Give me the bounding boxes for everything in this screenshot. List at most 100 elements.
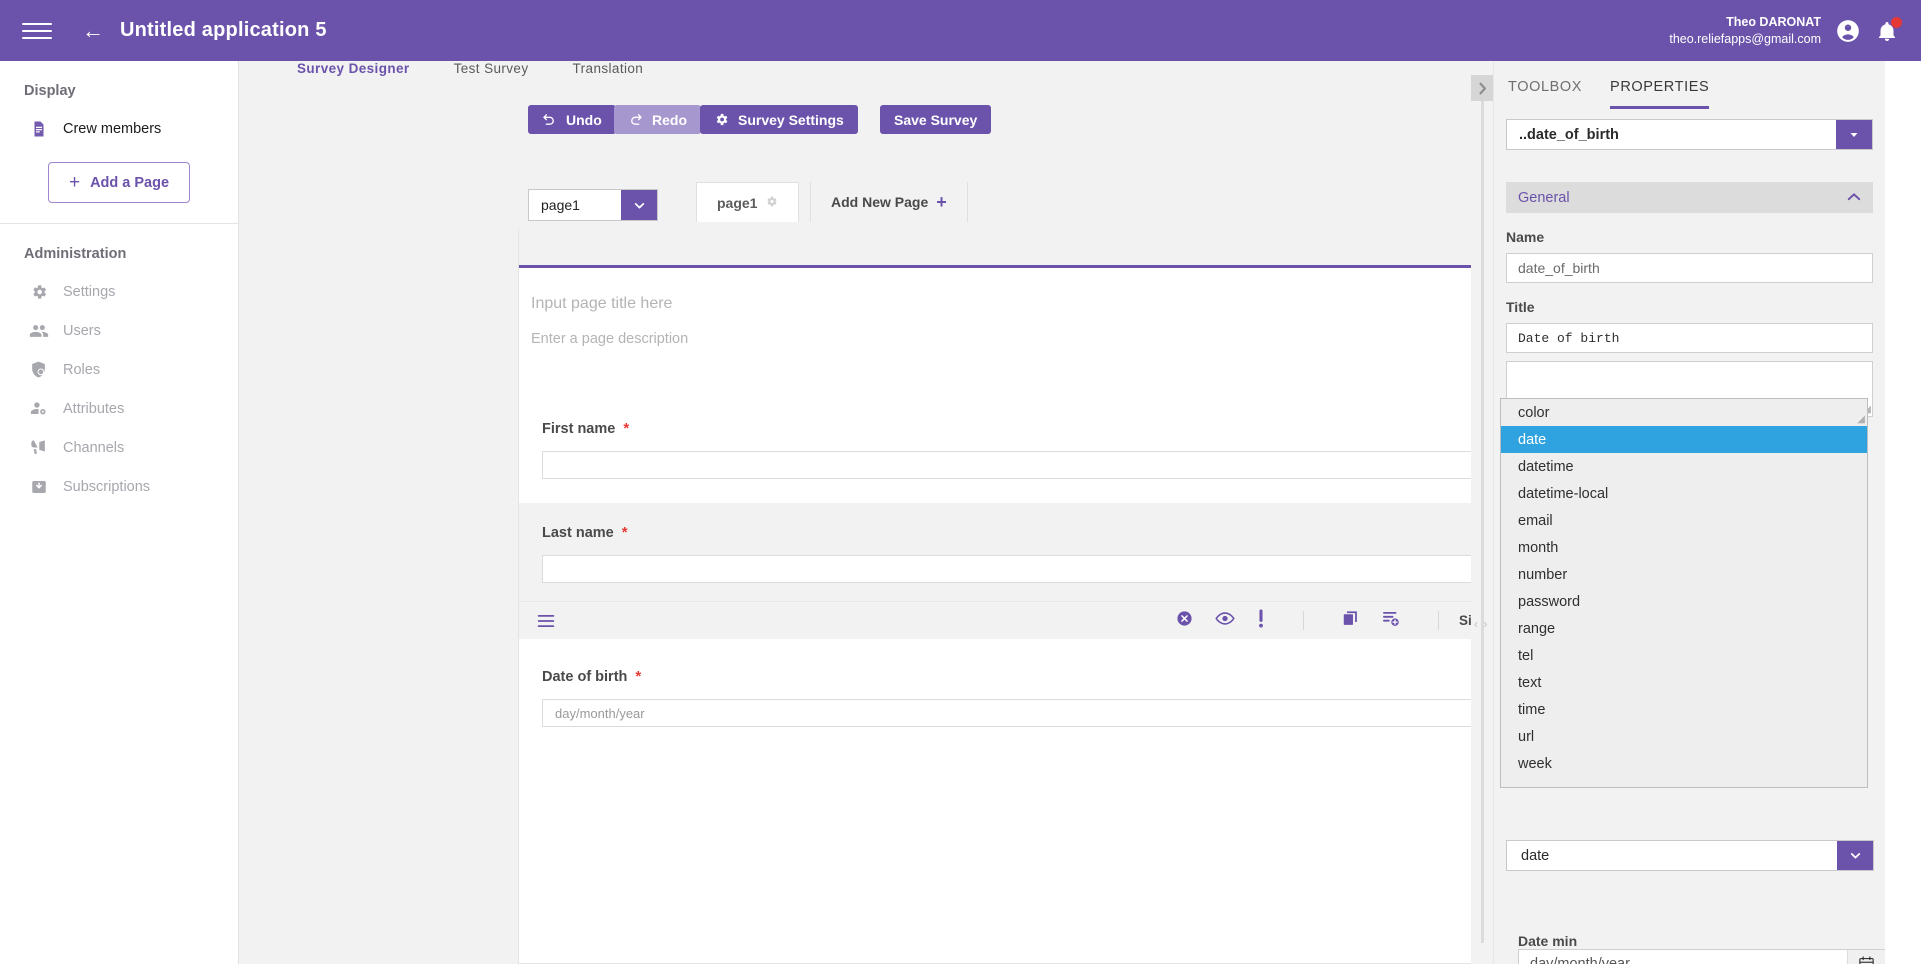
exclamation-icon[interactable] — [1257, 608, 1265, 633]
sidebar-item-crew-members[interactable]: Crew members — [0, 109, 238, 148]
page-description-input[interactable]: Enter a page description — [519, 313, 1471, 347]
app-title: Untitled application 5 — [120, 19, 327, 41]
input-type-select[interactable]: date — [1506, 840, 1874, 871]
calendar-icon[interactable] — [1847, 950, 1885, 964]
gear-icon — [28, 281, 49, 302]
add-to-list-icon[interactable] — [1381, 609, 1400, 632]
date-of-birth-input[interactable]: day/month/year — [542, 699, 1471, 727]
dropdown-option-datetime-local[interactable]: datetime-local — [1501, 480, 1867, 507]
hamburger-icon[interactable] — [22, 16, 52, 46]
sidebar-item-roles[interactable]: Roles — [0, 350, 238, 389]
first-name-input[interactable] — [542, 451, 1471, 479]
question-label: Date of birth * — [519, 647, 1471, 685]
tab-test-survey[interactable]: Test Survey — [432, 61, 551, 83]
question-label: First name * — [519, 399, 1471, 437]
sidebar-item-attributes[interactable]: Attributes — [0, 389, 238, 428]
input-type-dropdown-list[interactable]: color date datetime datetime-local email… — [1500, 398, 1868, 788]
dropdown-option-time[interactable]: time — [1501, 696, 1867, 723]
dropdown-option-tel[interactable]: tel — [1501, 642, 1867, 669]
dropdown-option-number[interactable]: number — [1501, 561, 1867, 588]
name-field[interactable]: date_of_birth — [1506, 253, 1873, 283]
page-title-input[interactable]: Input page title here — [519, 268, 1471, 313]
panel-collapse-handle[interactable] — [1471, 75, 1493, 101]
designer-tabs: Survey Designer Test Survey Translation — [275, 61, 665, 83]
back-arrow-icon[interactable]: ← — [82, 19, 104, 42]
question-last-name[interactable]: Last name * Si — [519, 503, 1471, 639]
sidebar-item-settings[interactable]: Settings — [0, 272, 238, 311]
input-type-value: date — [1521, 847, 1550, 864]
title-field[interactable]: Date of birth — [1506, 323, 1873, 353]
panel-splitter[interactable]: ‹ › — [1471, 61, 1493, 964]
notifications-button[interactable] — [1875, 16, 1902, 43]
toolbar-separator — [1302, 611, 1304, 630]
add-a-page-button[interactable]: + Add a Page — [47, 162, 191, 203]
undo-button[interactable]: Undo — [528, 105, 616, 134]
sidebar-section-display: Display — [24, 83, 76, 99]
dropdown-option-color[interactable]: color — [1501, 399, 1867, 426]
sidebar-item-label: Roles — [63, 361, 101, 378]
sidebar-item-label: Settings — [63, 283, 116, 300]
page-select[interactable]: page1 — [528, 189, 658, 221]
survey-designer: Survey Designer Test Survey Translation … — [239, 61, 1471, 964]
dropdown-option-date[interactable]: date — [1501, 426, 1867, 453]
add-page-wrapper: + Add a Page — [0, 148, 238, 223]
dropdown-option-url[interactable]: url — [1501, 723, 1867, 750]
tab-survey-designer[interactable]: Survey Designer — [275, 61, 432, 83]
chevron-down-icon — [1836, 120, 1872, 149]
element-select[interactable]: ..date_of_birth — [1506, 119, 1873, 150]
name-field-label: Name — [1506, 229, 1545, 245]
date-min-label: Date min — [1518, 933, 1578, 949]
chevron-down-icon — [1837, 841, 1873, 870]
user-info: Theo DARONAT theo.reliefapps@gmail.com — [1669, 14, 1821, 47]
sidebar-item-label: Users — [63, 322, 101, 339]
account-circle-icon[interactable] — [1835, 18, 1861, 44]
drag-handle-icon[interactable] — [537, 614, 555, 628]
survey-canvas: Input page title here Enter a page descr… — [518, 229, 1471, 964]
accordion-general[interactable]: General — [1506, 182, 1873, 213]
page-settings-gear-icon[interactable] — [765, 195, 778, 211]
question-toolbar: Single Input Properties — [519, 601, 1471, 639]
properties-panel-tabs: TOOLBOX PROPERTIES — [1494, 61, 1885, 109]
redo-label: Redo — [652, 111, 687, 128]
question-label: Last name * — [519, 503, 1471, 541]
add-new-page-tab[interactable]: Add New Page + — [810, 182, 968, 222]
dropdown-option-email[interactable]: email — [1501, 507, 1867, 534]
question-label-text: First name — [542, 421, 616, 437]
save-survey-button[interactable]: Save Survey — [880, 105, 992, 134]
dropdown-option-range[interactable]: range — [1501, 615, 1867, 642]
tab-translation[interactable]: Translation — [551, 61, 666, 83]
dropdown-option-month[interactable]: month — [1501, 534, 1867, 561]
date-min-field[interactable]: day/month/year — [1518, 949, 1885, 964]
sidebar-item-label: Channels — [63, 439, 125, 456]
tab-properties[interactable]: PROPERTIES — [1610, 79, 1710, 109]
canvas-header — [519, 229, 1471, 265]
tab-toolbox[interactable]: TOOLBOX — [1508, 79, 1582, 109]
eye-icon[interactable] — [1215, 611, 1235, 631]
dropdown-option-text[interactable]: text — [1501, 669, 1867, 696]
question-label-text: Last name — [542, 525, 614, 541]
dropdown-option-password[interactable]: password — [1501, 588, 1867, 615]
page-tab-page1[interactable]: page1 — [696, 182, 800, 222]
sidebar-item-users[interactable]: Users — [0, 311, 238, 350]
splitter-rail — [1481, 83, 1484, 943]
last-name-input[interactable] — [542, 555, 1471, 583]
chevron-down-icon — [621, 190, 657, 220]
question-first-name[interactable]: First name * — [519, 399, 1471, 479]
dropdown-option-week[interactable]: week — [1501, 750, 1867, 777]
survey-settings-button[interactable]: Survey Settings — [700, 105, 858, 134]
redo-button[interactable]: Redo — [614, 105, 701, 134]
question-type-label: Single Input — [1458, 613, 1471, 628]
splitter-drag-dots[interactable]: ‹ › — [1474, 617, 1488, 631]
sidebar-item-subscriptions[interactable]: Subscriptions — [0, 467, 238, 506]
question-date-of-birth[interactable]: Date of birth * day/month/year — [519, 647, 1471, 727]
sidebar-item-channels[interactable]: Channels — [0, 428, 238, 467]
resize-grip-icon[interactable]: ◢ — [1857, 414, 1865, 425]
page-bar: page1 page1 Add New Page + — [239, 182, 1471, 229]
copy-icon[interactable] — [1342, 610, 1359, 632]
user-email: theo.reliefapps@gmail.com — [1669, 31, 1821, 46]
remove-circle-icon[interactable] — [1176, 610, 1193, 632]
dropdown-option-datetime[interactable]: datetime — [1501, 453, 1867, 480]
page-tab-label: page1 — [717, 194, 758, 211]
person-gear-icon — [28, 398, 49, 419]
app-header-right: Theo DARONAT theo.reliefapps@gmail.com — [1669, 14, 1921, 47]
